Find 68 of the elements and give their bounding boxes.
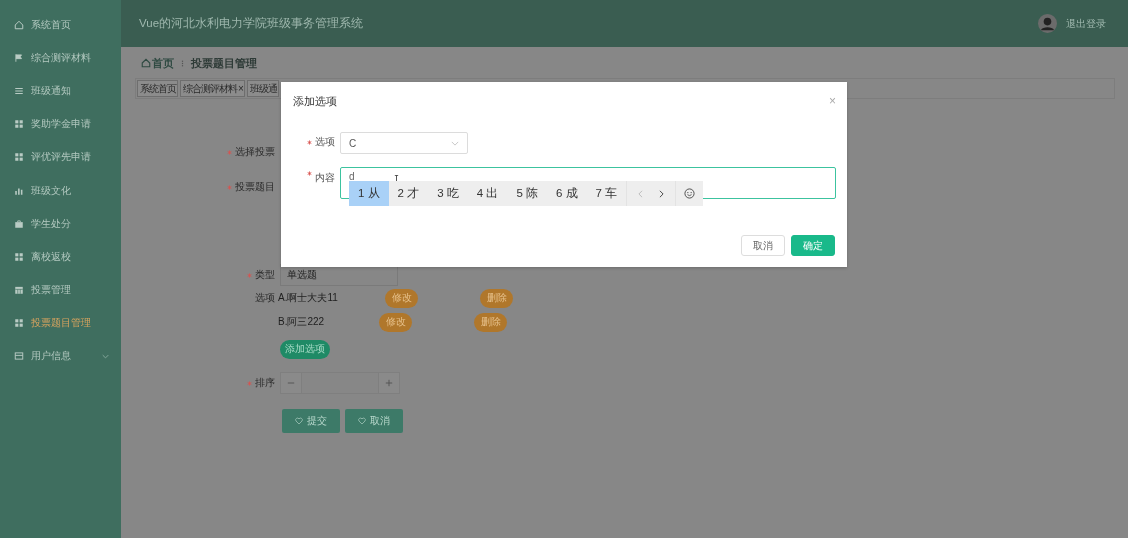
sidebar-item[interactable]: 班级文化 bbox=[0, 173, 121, 208]
candidate[interactable]: 4 出 bbox=[467, 181, 508, 206]
app-title: Vue的河北水利电力学院班级事务管理系统 bbox=[139, 16, 364, 31]
grid-icon bbox=[14, 251, 24, 262]
field-label: 投票题目 bbox=[235, 180, 275, 194]
delete-button[interactable]: 删除 bbox=[474, 312, 507, 332]
breadcrumb-item: 投票题目管理 bbox=[191, 55, 257, 71]
plus-icon bbox=[385, 379, 393, 387]
calendar-icon bbox=[14, 285, 24, 296]
home-icon bbox=[14, 19, 24, 30]
tab[interactable]: 系统首页 bbox=[137, 80, 178, 97]
home-icon bbox=[141, 58, 151, 68]
heart-icon bbox=[295, 417, 303, 425]
field-label: 内容 bbox=[315, 171, 335, 185]
dialog-title: 添加选项 bbox=[293, 93, 337, 109]
flag-icon bbox=[14, 52, 24, 63]
grid-icon bbox=[14, 152, 24, 163]
delete-button[interactable]: 删除 bbox=[480, 288, 513, 308]
sidebar-item[interactable]: 评优评先申请 bbox=[0, 140, 121, 174]
chevron-right-icon bbox=[659, 189, 665, 198]
sidebar-item[interactable]: 用户信息 bbox=[0, 339, 121, 374]
add-option-button[interactable]: 添加选项 bbox=[280, 339, 330, 359]
logout-link[interactable]: 退出登录 bbox=[1066, 16, 1106, 31]
cancel-button[interactable]: 取消 bbox=[741, 235, 785, 256]
sidebar-item[interactable]: 综合测评材料 bbox=[0, 41, 121, 75]
candidate[interactable]: 1 从 bbox=[349, 181, 389, 206]
heart-icon bbox=[358, 417, 366, 425]
chevron-down-icon bbox=[451, 140, 459, 146]
minus-icon bbox=[287, 379, 295, 387]
candidate[interactable]: 3 吃 bbox=[428, 181, 468, 206]
sidebar-item[interactable]: 班级通知 bbox=[0, 74, 121, 108]
chevron-left-icon bbox=[638, 189, 644, 198]
avatar-icon bbox=[1038, 14, 1057, 33]
field-label: 选项 bbox=[315, 135, 335, 149]
sidebar-item[interactable]: 学生处分 bbox=[0, 207, 121, 241]
grid-icon bbox=[14, 119, 24, 130]
breadcrumb-item[interactable]: 首页 bbox=[152, 55, 174, 71]
edit-button[interactable]: 修改 bbox=[379, 312, 412, 332]
field-label: 排序 bbox=[255, 376, 275, 390]
briefcase-icon bbox=[14, 218, 24, 229]
field-label: 选项 bbox=[255, 291, 275, 305]
tab[interactable]: 班级通 bbox=[246, 80, 279, 97]
candidate[interactable]: 7 车 bbox=[586, 181, 627, 206]
candidate[interactable]: 5 陈 bbox=[507, 181, 547, 206]
grid-icon bbox=[14, 318, 24, 329]
chevron-down-icon bbox=[102, 353, 109, 359]
smiley-icon bbox=[684, 188, 696, 199]
sidebar-item[interactable]: 投票题目管理 bbox=[0, 306, 121, 340]
sidebar-item[interactable]: 奖助学金申请 bbox=[0, 107, 121, 141]
option-text: A.啊士大夫11 bbox=[278, 291, 339, 305]
field-label: 选择投票 bbox=[235, 145, 275, 159]
confirm-button[interactable]: 确定 bbox=[791, 235, 835, 256]
submit-button[interactable]: 提交 bbox=[282, 409, 340, 433]
cancel-button[interactable]: 取消 bbox=[345, 409, 403, 433]
option-select[interactable]: C bbox=[340, 132, 468, 154]
sidebar-item[interactable]: 系统首页 bbox=[0, 8, 121, 42]
sidebar-item[interactable]: 投票管理 bbox=[0, 273, 121, 307]
close-button[interactable]: × bbox=[828, 95, 837, 107]
option-text: B.阿三222 bbox=[278, 315, 326, 329]
field-label: 类型 bbox=[255, 268, 275, 282]
edit-button[interactable]: 修改 bbox=[385, 288, 418, 308]
tab[interactable]: 综合测评材料× bbox=[180, 80, 245, 97]
card-icon bbox=[14, 351, 24, 362]
number-field[interactable] bbox=[280, 372, 400, 394]
sidebar-item[interactable]: 离校返校 bbox=[0, 240, 121, 274]
candidate[interactable]: 6 成 bbox=[546, 181, 587, 206]
candidate[interactable]: 2 才 bbox=[388, 181, 429, 206]
list-icon bbox=[14, 85, 24, 96]
